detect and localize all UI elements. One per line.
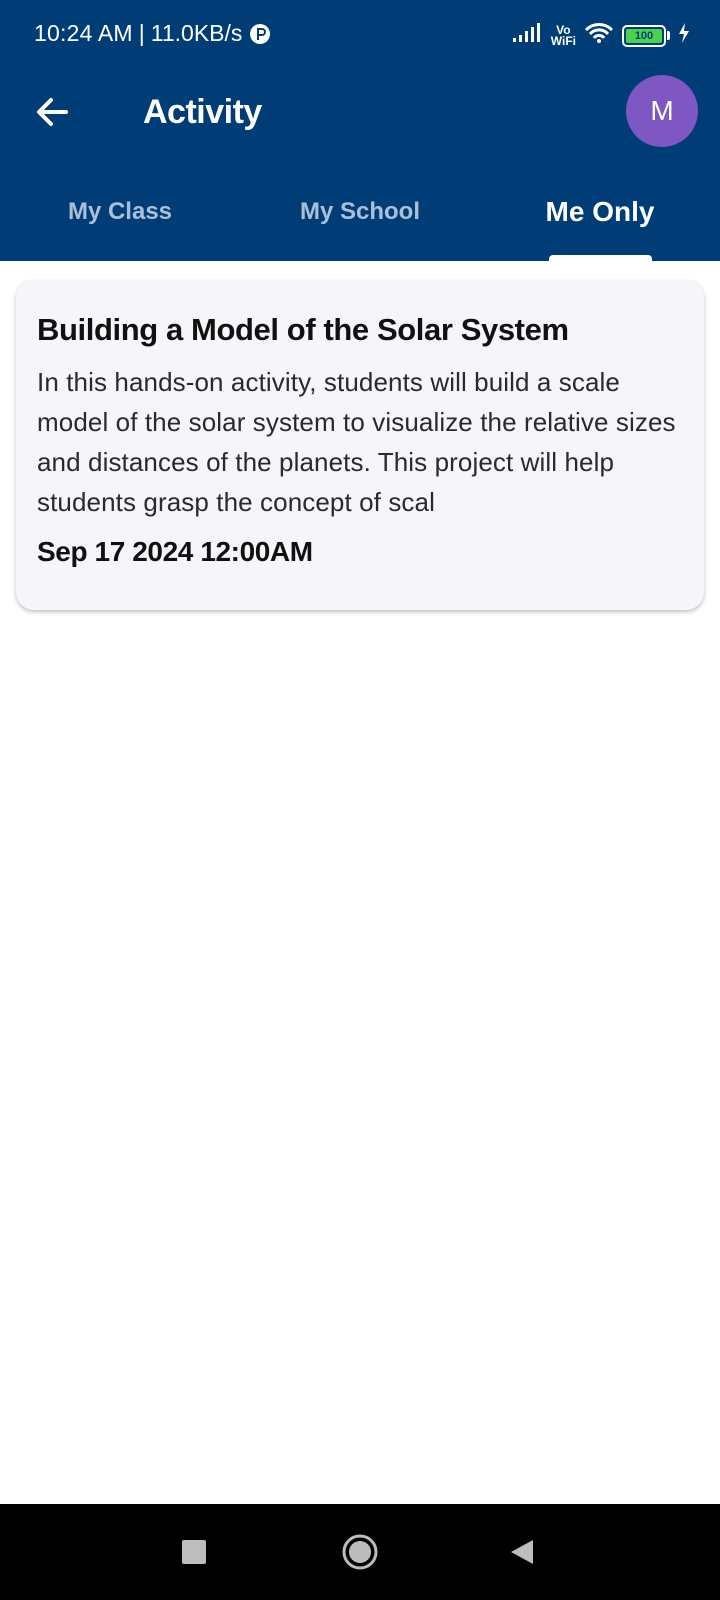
status-time: 10:24 AM — [34, 20, 133, 46]
battery-body: 100 — [622, 24, 666, 47]
toolbar: Activity M — [0, 70, 720, 154]
battery-tip — [667, 31, 670, 40]
home-circle-icon — [342, 1534, 378, 1570]
signal-icon — [512, 23, 543, 48]
status-left: 10:24 AM | 11.0KB/s — [34, 20, 272, 47]
page-title: Activity — [143, 93, 262, 131]
wifi-icon — [584, 22, 614, 49]
avatar[interactable]: M — [626, 75, 698, 147]
battery-level: 100 — [626, 28, 662, 43]
charging-icon — [678, 23, 690, 48]
status-bar: 10:24 AM | 11.0KB/s Vo WiFi 100 — [0, 0, 720, 70]
home-button[interactable] — [340, 1532, 380, 1572]
active-tab-indicator — [549, 255, 652, 261]
activity-date: Sep 17 2024 12:00AM — [37, 536, 313, 567]
tab-bar: My Class My School Me Only — [0, 180, 720, 261]
app-header: 10:24 AM | 11.0KB/s Vo WiFi 100 Activity… — [0, 0, 720, 261]
recents-square-icon — [182, 1540, 206, 1564]
status-right: Vo WiFi 100 — [512, 22, 690, 49]
notification-app-icon — [248, 22, 272, 46]
arrow-left-icon — [37, 98, 68, 126]
activity-title: Building a Model of the Solar System — [37, 312, 569, 347]
activity-card[interactable]: Building a Model of the Solar System In … — [16, 280, 704, 610]
vowifi-bottom: WiFi — [550, 33, 576, 48]
vowifi-indicator: Vo WiFi — [550, 24, 576, 48]
battery-icon: 100 — [622, 24, 670, 47]
nav-back-button[interactable] — [502, 1532, 542, 1572]
system-nav-bar — [0, 1504, 720, 1600]
activity-description: In this hands-on activity, students will… — [37, 367, 676, 517]
network-speed: 11.0KB/s — [150, 20, 243, 46]
tab-my-class[interactable]: My Class — [0, 180, 240, 261]
recents-button[interactable] — [174, 1532, 214, 1572]
tab-me-only[interactable]: Me Only — [480, 180, 720, 261]
back-triangle-icon — [511, 1540, 533, 1564]
back-button[interactable] — [30, 90, 74, 134]
status-separator: | — [138, 20, 145, 46]
tab-my-school[interactable]: My School — [240, 180, 480, 261]
